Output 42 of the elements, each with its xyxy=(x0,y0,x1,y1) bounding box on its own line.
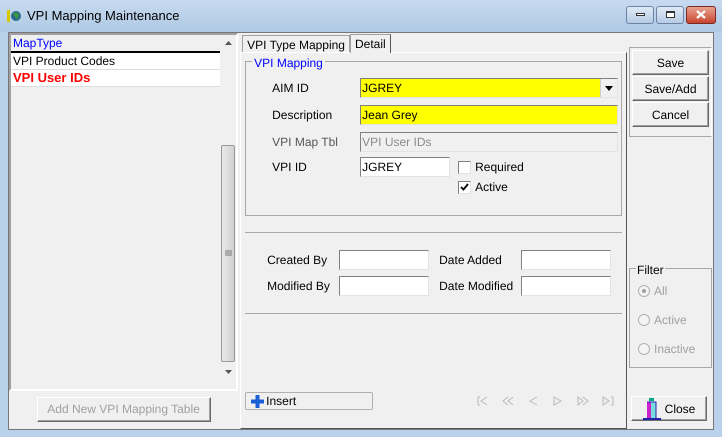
tab[interactable]: Detail xyxy=(350,34,391,53)
field-label: Date Added xyxy=(438,252,502,269)
close-icon xyxy=(696,10,706,19)
close-button[interactable]: Close xyxy=(631,396,707,421)
field-label: AIM ID xyxy=(272,80,310,97)
input-field[interactable]: Jean Grey xyxy=(360,105,618,125)
door-icon xyxy=(642,398,661,420)
app-icon xyxy=(6,8,22,24)
list-item[interactable]: VPI User IDs xyxy=(11,70,220,87)
radio-label: All xyxy=(654,283,668,300)
plus-icon xyxy=(251,394,264,408)
scroll-down-icon[interactable] xyxy=(224,370,232,374)
close-window-button[interactable] xyxy=(686,6,716,24)
field-label: Description xyxy=(272,107,334,124)
action-button[interactable]: Cancel xyxy=(632,102,709,127)
scroll-up-icon[interactable] xyxy=(224,41,232,45)
checkbox[interactable] xyxy=(458,160,472,174)
input-field[interactable] xyxy=(521,250,612,270)
insert-button[interactable]: Insert xyxy=(245,392,374,410)
tab[interactable]: VPI Type Mapping xyxy=(242,35,350,52)
checkbox[interactable] xyxy=(458,180,472,194)
input-field[interactable] xyxy=(339,250,430,270)
maximize-button[interactable] xyxy=(656,6,684,24)
input-field[interactable]: JGREY xyxy=(360,157,450,177)
input-field[interactable] xyxy=(521,276,612,296)
checkbox-label: Active xyxy=(475,179,508,196)
minimize-button[interactable] xyxy=(626,6,654,24)
radio-label: Active xyxy=(654,312,687,329)
window-title: VPI Mapping Maintenance xyxy=(27,7,180,26)
input-field[interactable] xyxy=(339,276,430,296)
radio-label: Inactive xyxy=(654,341,696,358)
action-button[interactable]: Save xyxy=(632,50,709,75)
dropdown-field[interactable]: JGREY xyxy=(360,78,618,98)
field-label: Date Modified xyxy=(438,278,514,295)
list-item[interactable]: VPI Product Codes xyxy=(11,53,220,70)
field-label: Created By xyxy=(267,252,328,269)
field-label: VPI ID xyxy=(272,159,308,176)
field-label: Modified By xyxy=(267,278,330,295)
action-button[interactable]: Save/Add xyxy=(632,76,709,101)
checkbox-label: Required xyxy=(475,159,524,176)
scroll-thumb[interactable] xyxy=(221,145,236,362)
field-label: VPI Map Tbl xyxy=(272,134,339,151)
